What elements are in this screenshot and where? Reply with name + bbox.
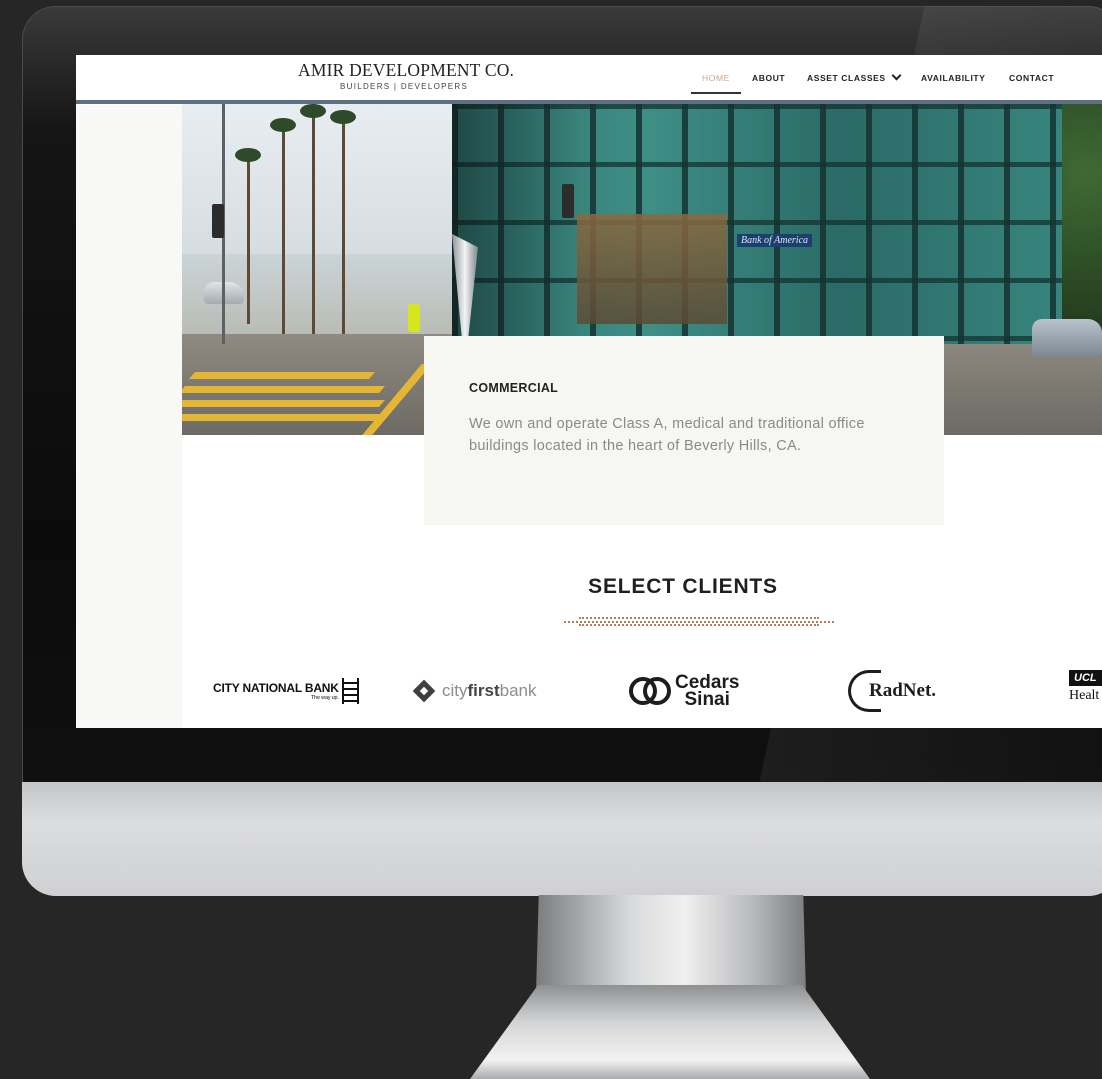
palm-tree <box>312 104 315 334</box>
tree <box>1062 104 1102 334</box>
ladder-icon <box>341 678 359 704</box>
crossing-guard <box>408 304 420 332</box>
logo-cedars-sinai: Cedars Sinai <box>629 670 739 712</box>
nav-home[interactable]: HOME <box>702 73 730 83</box>
office-building <box>452 104 1102 344</box>
ucla-box: UCL <box>1069 670 1102 686</box>
traffic-signal <box>562 184 574 218</box>
website-screen: Bank of America AMIR DEVELOPMENT CO. BUI… <box>76 55 1102 728</box>
logo-radnet: RadNet. <box>848 670 936 712</box>
monitor-stand-base <box>470 985 870 1079</box>
crosswalk <box>182 364 432 435</box>
diamond-icon <box>412 679 436 703</box>
brand-subtitle: BUILDERS | DEVELOPERS <box>340 82 469 91</box>
bank-sign: Bank of America <box>737 234 813 247</box>
card-title: COMMERCIAL <box>469 381 559 395</box>
cedars-rings-icon <box>629 676 671 706</box>
nav-availability[interactable]: AVAILABILITY <box>921 73 986 83</box>
traffic-signal <box>212 204 224 238</box>
card-body: We own and operate Class A, medical and … <box>469 416 865 454</box>
logo-ucla-health: UCL Healt <box>1069 670 1102 712</box>
car <box>1032 319 1102 357</box>
palm-tree <box>282 124 285 334</box>
cityfirst-part2: first <box>467 681 500 700</box>
chevron-down-icon <box>891 70 902 81</box>
heading-divider <box>564 615 834 626</box>
palm-tree <box>247 154 250 324</box>
commercial-card: COMMERCIAL We own and operate Class A, m… <box>424 336 944 525</box>
monitor-chin <box>22 782 1102 896</box>
ucla-health-text: Healt <box>1069 688 1100 703</box>
cedars-line2: Sinai <box>684 689 730 710</box>
nav-about[interactable]: ABOUT <box>752 73 785 83</box>
clients-heading: SELECT CLIENTS <box>588 575 778 598</box>
nav-asset-classes-label: ASSET CLASSES <box>807 73 886 83</box>
cnb-tagline: The way up. <box>310 695 339 701</box>
palm-tree <box>342 114 345 334</box>
cityfirst-part1: city <box>442 681 468 700</box>
cityfirst-part3: bank <box>499 681 537 700</box>
left-gutter <box>76 105 182 728</box>
radnet-name: RadNet. <box>869 680 937 701</box>
site-header: AMIR DEVELOPMENT CO. BUILDERS | DEVELOPE… <box>76 55 1102 104</box>
nav-asset-classes[interactable]: ASSET CLASSES <box>807 70 902 83</box>
nav-active-underline <box>691 92 741 94</box>
cnb-name: CITY NATIONAL BANK <box>213 681 339 695</box>
logo-cityfirst-bank: city first bank <box>412 670 537 712</box>
logo-city-national-bank: CITY NATIONAL BANK The way up. <box>213 670 359 712</box>
nav-contact[interactable]: CONTACT <box>1009 73 1054 83</box>
building-lobby <box>577 214 727 324</box>
brand-title[interactable]: AMIR DEVELOPMENT CO. <box>298 60 514 81</box>
